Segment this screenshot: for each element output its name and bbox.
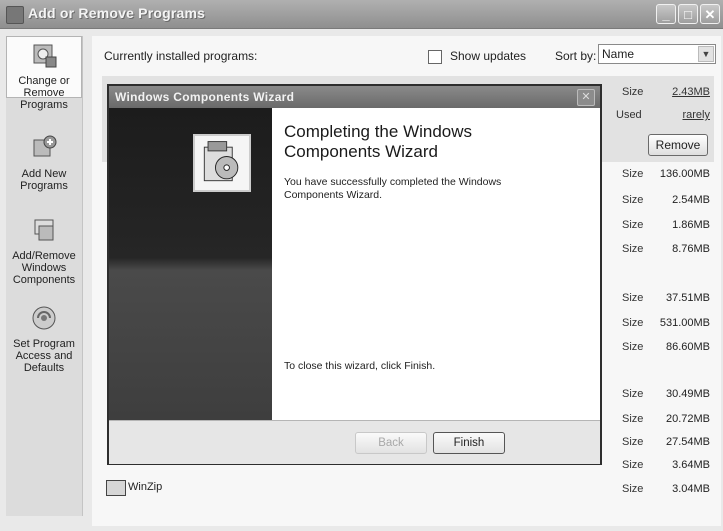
add-programs-icon <box>33 135 57 157</box>
currently-installed-label: Currently installed programs: <box>104 49 258 63</box>
sidebar-item-label: Add/Remove <box>12 250 76 262</box>
sidebar-item-label: Remove <box>23 87 65 99</box>
app-icon <box>6 6 24 24</box>
size-value: 37.51MB <box>665 292 710 304</box>
sidebar-item-label: Components <box>12 274 76 286</box>
sidebar-item-label: Defaults <box>23 362 65 374</box>
window-title: Add or Remove Programs <box>28 5 206 21</box>
size-value: 8.76MB <box>672 243 710 255</box>
size-value: 3.04MB <box>672 483 710 495</box>
winzip-program-name[interactable]: WinZip <box>128 481 162 493</box>
wizard-instruction-text: To close this wizard, click Finish. <box>284 360 436 372</box>
minimize-icon: _ <box>662 7 670 22</box>
windows-components-wizard-dialog: Windows Components Wizard ✕ Completing t… <box>107 84 602 465</box>
show-updates-label[interactable]: Show updates <box>450 49 526 63</box>
sidebar-item-change-remove[interactable]: Change or Remove Programs <box>6 36 82 111</box>
wizard-button-bar: Back Finish <box>109 420 600 464</box>
wizard-banner <box>109 108 272 420</box>
wizard-heading-line: Components Wizard <box>284 142 439 161</box>
used-label: Used <box>616 109 642 121</box>
chevron-down-icon[interactable]: ▼ <box>698 46 714 62</box>
close-icon: ✕ <box>704 7 716 22</box>
sidebar-item-program-access[interactable]: Set Program Access and Defaults <box>6 304 82 374</box>
add-remove-programs-window: Add or Remove Programs _ □ ✕ Change or R… <box>0 0 723 531</box>
show-updates-checkbox[interactable] <box>428 50 442 64</box>
size-value: 27.54MB <box>665 436 710 448</box>
sidebar: Change or Remove Programs Add New Progra… <box>6 36 83 516</box>
size-value: 30.49MB <box>665 388 710 400</box>
wizard-title: Windows Components Wizard <box>115 90 295 104</box>
title-bar: Add or Remove Programs _ □ ✕ <box>0 0 723 29</box>
winzip-icon <box>106 480 126 496</box>
size-value: 1.86MB <box>672 219 710 231</box>
sidebar-item-label: Access and <box>15 350 73 362</box>
wizard-close-button[interactable]: ✕ <box>577 89 595 106</box>
used-value-link[interactable]: rarely <box>640 109 710 121</box>
sidebar-item-label: Change or <box>18 75 70 87</box>
maximize-button[interactable]: □ <box>678 4 698 24</box>
wizard-heading: Completing the Windows Components Wizard <box>284 122 574 162</box>
sidebar-item-label: Add New <box>21 168 67 180</box>
size-value: 531.00MB <box>659 317 710 329</box>
sidebar-item-label: Set Program <box>13 338 75 350</box>
size-value: 20.72MB <box>665 413 710 425</box>
program-access-icon <box>32 306 56 330</box>
maximize-icon: □ <box>684 7 692 22</box>
sidebar-item-label: Programs <box>20 180 68 192</box>
change-remove-icon <box>33 44 57 68</box>
size-value-link[interactable]: 2.43MB <box>640 86 710 98</box>
size-value: 136.00MB <box>659 168 710 180</box>
sidebar-item-add-new[interactable]: Add New Programs <box>6 134 82 192</box>
size-value: 3.64MB <box>672 459 710 471</box>
sort-by-select[interactable]: Name ▼ <box>598 44 716 64</box>
size-value: 2.54MB <box>672 194 710 206</box>
sidebar-item-windows-components[interactable]: Add/Remove Windows Components <box>6 216 82 286</box>
remove-button[interactable]: Remove <box>648 134 708 156</box>
minimize-button[interactable]: _ <box>656 4 676 24</box>
wizard-body-text: You have successfully completed the Wind… <box>284 176 502 201</box>
back-button[interactable]: Back <box>355 432 427 454</box>
setup-disc-icon <box>193 134 251 192</box>
size-value: 86.60MB <box>665 341 710 353</box>
wizard-heading-line: Completing the Windows <box>284 122 473 141</box>
sidebar-item-label: Windows <box>21 262 67 274</box>
wizard-content: Completing the Windows Components Wizard… <box>272 108 600 420</box>
sort-by-label: Sort by: <box>555 49 597 63</box>
close-button[interactable]: ✕ <box>700 4 720 24</box>
wizard-title-bar: Windows Components Wizard ✕ <box>109 86 600 108</box>
windows-components-icon <box>34 219 54 241</box>
close-icon: ✕ <box>581 91 591 103</box>
sidebar-item-label: Programs <box>20 99 68 111</box>
sort-by-value: Name <box>602 47 635 61</box>
finish-button[interactable]: Finish <box>433 432 505 454</box>
